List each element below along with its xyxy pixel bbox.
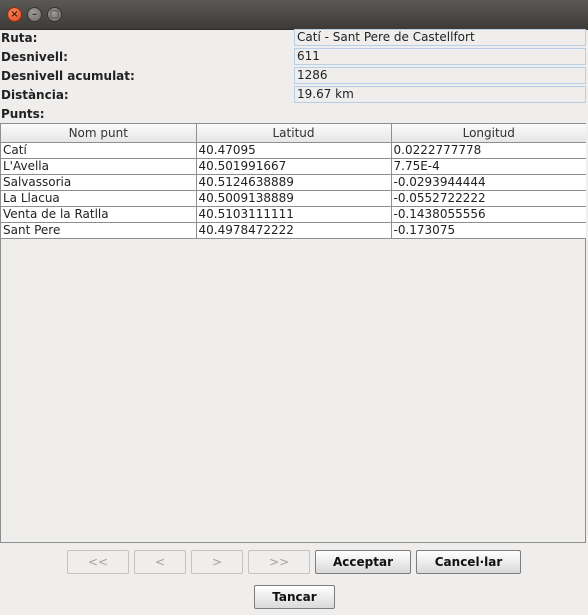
cell-longitud[interactable]: 7.75E-4: [391, 158, 586, 175]
cell-nom-punt[interactable]: Sant Pere: [1, 222, 197, 239]
ruta-value: Catí - Sant Pere de Castellfort: [294, 29, 586, 46]
desnivell-acumulat-value: 1286: [294, 67, 586, 84]
cell-nom-punt[interactable]: Salvassoria: [1, 174, 197, 191]
table-row[interactable]: La Llacua 40.5009138889 -0.0552722222: [1, 190, 586, 207]
cell-nom-punt[interactable]: La Llacua: [1, 190, 197, 207]
previous-button[interactable]: <: [134, 550, 186, 574]
cell-longitud[interactable]: 0.0222777778: [391, 142, 586, 159]
table-row[interactable]: L'Avella 40.501991667 7.75E-4: [1, 158, 586, 175]
column-header-nom-punt[interactable]: Nom punt: [1, 124, 197, 143]
next-button[interactable]: >: [191, 550, 243, 574]
maximize-icon[interactable]: □: [47, 7, 62, 22]
close-button[interactable]: Tancar: [254, 585, 335, 609]
title-bar: × – □: [0, 0, 588, 30]
column-header-latitud[interactable]: Latitud: [196, 124, 392, 143]
cell-nom-punt[interactable]: L'Avella: [1, 158, 197, 175]
cell-latitud[interactable]: 40.501991667: [196, 158, 392, 175]
points-table[interactable]: Nom punt Latitud Longitud Catí 40.47095 …: [0, 123, 586, 543]
cell-longitud[interactable]: -0.0552722222: [391, 190, 586, 207]
cell-nom-punt[interactable]: Catí: [1, 142, 197, 159]
distancia-label: Distància:: [1, 88, 69, 102]
table-row[interactable]: Catí 40.47095 0.0222777778: [1, 142, 586, 159]
cancel-button[interactable]: Cancel·lar: [416, 550, 521, 574]
punts-label: Punts:: [1, 107, 45, 121]
close-icon[interactable]: ×: [7, 7, 22, 22]
column-header-longitud[interactable]: Longitud: [391, 124, 586, 143]
table-row[interactable]: Venta de la Ratlla 40.5103111111 -0.1438…: [1, 206, 586, 223]
cell-latitud[interactable]: 40.47095: [196, 142, 392, 159]
desnivell-value: 611: [294, 48, 586, 65]
ruta-label: Ruta:: [1, 31, 38, 45]
distancia-value: 19.67 km: [294, 86, 586, 103]
desnivell-label: Desnivell:: [1, 50, 68, 64]
table-header-row: Nom punt Latitud Longitud: [1, 124, 586, 143]
cell-longitud[interactable]: -0.0293944444: [391, 174, 586, 191]
table-row[interactable]: Salvassoria 40.5124638889 -0.0293944444: [1, 174, 586, 191]
cell-latitud[interactable]: 40.5103111111: [196, 206, 392, 223]
cell-latitud[interactable]: 40.4978472222: [196, 222, 392, 239]
minimize-icon[interactable]: –: [27, 7, 42, 22]
last-button[interactable]: >>: [248, 550, 310, 574]
table-row[interactable]: Sant Pere 40.4978472222 -0.173075: [1, 222, 586, 239]
desnivell-acumulat-label: Desnivell acumulat:: [1, 69, 135, 83]
accept-button[interactable]: Acceptar: [315, 550, 411, 574]
cell-longitud[interactable]: -0.1438055556: [391, 206, 586, 223]
cell-latitud[interactable]: 40.5009138889: [196, 190, 392, 207]
cell-longitud[interactable]: -0.173075: [391, 222, 586, 239]
cell-latitud[interactable]: 40.5124638889: [196, 174, 392, 191]
cell-nom-punt[interactable]: Venta de la Ratlla: [1, 206, 197, 223]
first-button[interactable]: <<: [67, 550, 129, 574]
